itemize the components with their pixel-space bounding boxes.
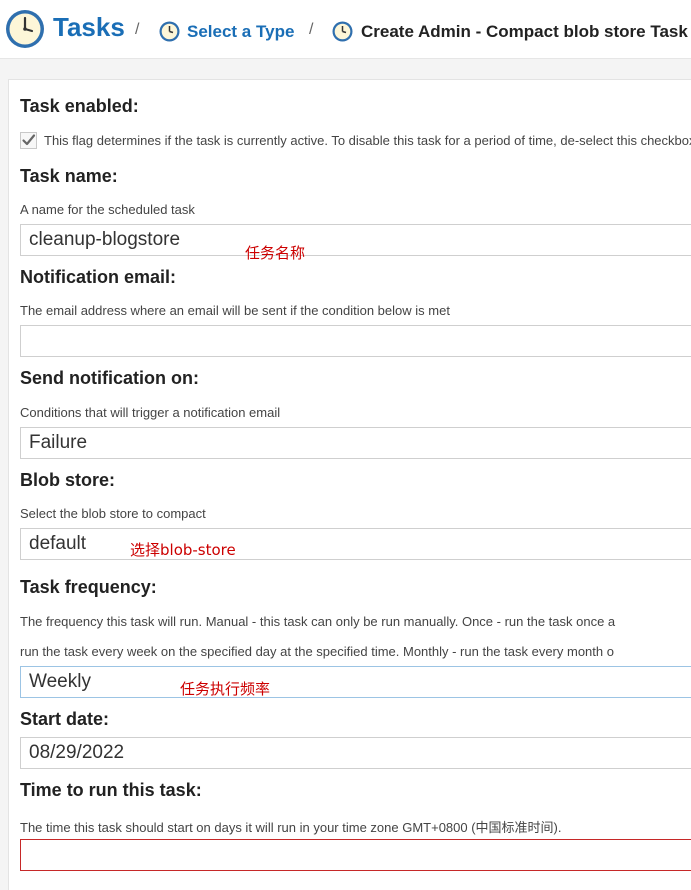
task-name-help: A name for the scheduled task (20, 202, 195, 217)
task-frequency-select[interactable]: Weekly (20, 666, 691, 698)
task-name-annotation: 任务名称 (245, 244, 306, 262)
task-name-value: cleanup-blogstore (29, 229, 181, 250)
task-enabled-help: This flag determines if the task is curr… (44, 133, 691, 148)
blob-store-label: Blob store: (20, 470, 116, 490)
time-to-run-input[interactable] (20, 839, 691, 871)
page-header: Tasks / Select a Type / Create Admin - C… (0, 0, 691, 59)
task-name-input[interactable]: cleanup-blogstore (20, 224, 691, 256)
task-name-label: Task name: (20, 166, 118, 186)
notification-email-help: The email address where an email will be… (20, 303, 450, 318)
clock-icon (159, 21, 180, 42)
breadcrumb-current-page: Create Admin - Compact blob store Task (361, 22, 688, 41)
send-notification-help: Conditions that will trigger a notificat… (20, 405, 281, 420)
time-to-run-label: Time to run this task: (20, 780, 202, 800)
send-notification-select[interactable]: Failure (20, 427, 691, 459)
blob-store-select[interactable]: default (20, 528, 691, 560)
notification-email-input[interactable] (20, 325, 691, 357)
blob-store-annotation: 选择blob-store (130, 541, 236, 559)
breadcrumb-tasks-link[interactable]: Tasks (53, 12, 125, 43)
task-frequency-help-line2: run the task every week on the specified… (20, 644, 614, 659)
blob-store-help: Select the blob store to compact (20, 506, 206, 521)
send-notification-label: Send notification on: (20, 368, 199, 388)
breadcrumb-select-type-link[interactable]: Select a Type (187, 22, 294, 42)
task-frequency-help-line1: The frequency this task will run. Manual… (20, 614, 616, 629)
clock-icon (6, 10, 44, 48)
send-notification-value: Failure (29, 432, 88, 453)
clock-icon (332, 21, 353, 42)
task-frequency-value: Weekly (29, 671, 91, 692)
start-date-input[interactable]: 08/29/2022 (20, 737, 691, 769)
blob-store-value: default (29, 533, 87, 554)
task-frequency-annotation: 任务执行频率 (180, 680, 271, 698)
task-frequency-label: Task frequency: (20, 577, 157, 597)
start-date-value: 08/29/2022 (29, 742, 125, 763)
task-enabled-label: Task enabled: (20, 96, 139, 116)
breadcrumb-separator: / (309, 21, 314, 38)
notification-email-label: Notification email: (20, 267, 177, 287)
start-date-label: Start date: (20, 709, 110, 729)
time-to-run-help: The time this task should start on days … (20, 820, 562, 835)
breadcrumb-separator: / (135, 21, 140, 38)
checkbox-icon[interactable] (20, 132, 37, 149)
